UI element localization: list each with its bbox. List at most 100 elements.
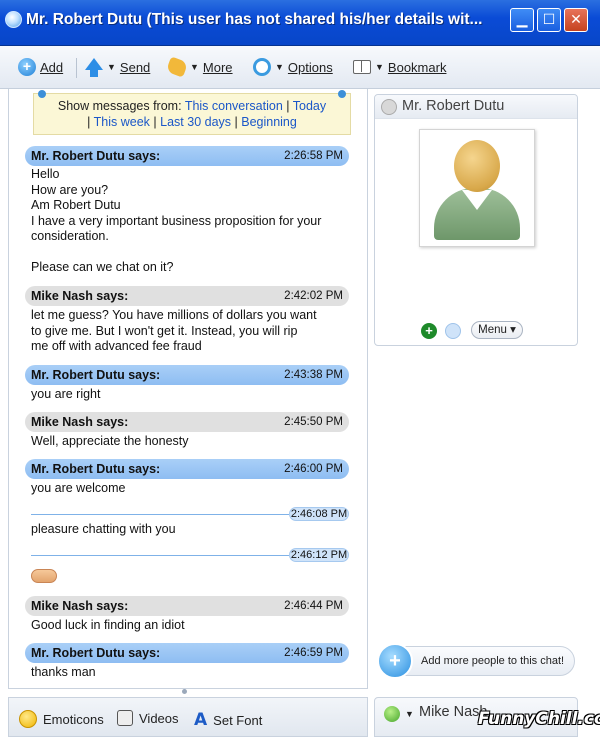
filter-prefix: Show messages from: bbox=[57, 99, 182, 113]
videos-button[interactable]: Videos bbox=[117, 710, 179, 726]
filter-this-conversation-link[interactable]: This conversation bbox=[185, 99, 283, 113]
pin-icon bbox=[338, 90, 346, 98]
message-header: Mike Nash says: 2:46:44 PM bbox=[25, 596, 349, 616]
add-label: Add bbox=[40, 59, 64, 75]
add-people-button[interactable]: + Add more people to this chat! bbox=[377, 643, 575, 679]
more-label: More bbox=[202, 59, 233, 75]
divider bbox=[31, 514, 289, 515]
message-line: Please can we chat on it? bbox=[31, 260, 174, 274]
book-icon bbox=[353, 60, 371, 74]
divider bbox=[31, 555, 289, 556]
add-contact-button[interactable]: + bbox=[421, 323, 437, 339]
messenger-icon bbox=[5, 11, 22, 28]
options-button[interactable]: ▼ Options bbox=[253, 56, 333, 78]
chevron-down-icon: ▼ bbox=[190, 62, 199, 72]
message-line: How are you? bbox=[31, 182, 109, 197]
filter-beginning-link[interactable]: Beginning bbox=[241, 115, 297, 129]
message-header: Mr. Robert Dutu says: 2:43:38 PM bbox=[25, 365, 349, 385]
message-line bbox=[31, 245, 351, 261]
sender-name: Mr. Robert Dutu says: bbox=[31, 368, 161, 382]
message-body: Well, appreciate the honesty bbox=[31, 434, 351, 450]
add-contact-icon: + bbox=[18, 58, 36, 76]
close-button[interactable]: ✕ bbox=[564, 8, 588, 32]
compose-toolbar: Emoticons Videos A Set Font bbox=[8, 697, 368, 737]
message-time: 2:46:44 PM bbox=[284, 600, 343, 612]
minimize-button[interactable]: ▁ bbox=[510, 8, 534, 32]
emoticons-button[interactable]: Emoticons bbox=[19, 710, 104, 728]
contact-menu-button[interactable]: Menu ▾ bbox=[471, 321, 523, 339]
add-button[interactable]: + Add bbox=[18, 56, 63, 78]
filter-this-week-link[interactable]: This week bbox=[94, 115, 150, 129]
toolbar-divider bbox=[76, 58, 77, 78]
sender-name: Mike Nash says: bbox=[31, 289, 129, 303]
message-line: thanks man bbox=[31, 665, 96, 679]
avatar-head bbox=[454, 140, 500, 192]
chevron-down-icon: ▼ bbox=[107, 62, 116, 72]
message-time: 2:46:12 PM bbox=[289, 548, 349, 562]
close-icon: ✕ bbox=[570, 11, 582, 27]
chevron-down-icon: ▼ bbox=[275, 62, 284, 72]
contact-header: Mr. Robert Dutu bbox=[375, 95, 577, 119]
window-title: Mr. Robert Dutu (This user has not share… bbox=[26, 11, 483, 28]
message-line: pleasure chatting with you bbox=[31, 522, 176, 536]
chevron-down-icon: ▼ bbox=[375, 62, 384, 72]
bookmark-label: Bookmark bbox=[387, 59, 447, 75]
message-line: you are right bbox=[31, 387, 101, 401]
options-icon bbox=[253, 58, 271, 76]
message-line: Well, appreciate the honesty bbox=[31, 434, 189, 448]
message-line: let me guess? You have millions of dolla… bbox=[31, 308, 317, 322]
sender-name: Mr. Robert Dutu says: bbox=[31, 149, 161, 163]
maximize-button[interactable]: ☐ bbox=[537, 8, 561, 32]
message-time: 2:46:08 PM bbox=[289, 507, 349, 521]
message-line: I have a very important business proposi… bbox=[31, 213, 322, 228]
watermark: FunnyChill.com bbox=[478, 709, 600, 729]
handshake-icon bbox=[31, 569, 57, 583]
message-line: Am Robert Dutu bbox=[31, 198, 121, 212]
filter-last-30-days-link[interactable]: Last 30 days bbox=[160, 115, 231, 129]
smiley-icon bbox=[19, 710, 37, 728]
message-body: Hello How are you? Am Robert Dutu I have… bbox=[31, 167, 351, 276]
message-header: Mike Nash says: 2:42:02 PM bbox=[25, 286, 349, 306]
message-body: Good luck in finding an idiot bbox=[31, 618, 351, 634]
message-body: pleasure chatting with you bbox=[31, 522, 351, 538]
title-bar[interactable]: Mr. Robert Dutu (This user has not share… bbox=[0, 0, 600, 46]
offline-status-icon bbox=[381, 99, 397, 115]
set-font-button[interactable]: A Set Font bbox=[194, 710, 262, 730]
sender-name: Mr. Robert Dutu says: bbox=[31, 462, 161, 476]
pin-icon bbox=[38, 90, 46, 98]
message-time: 2:45:50 PM bbox=[284, 416, 343, 428]
avatar[interactable] bbox=[419, 129, 535, 247]
message-header: Mr. Robert Dutu says: 2:46:59 PM bbox=[25, 643, 349, 663]
send-arrow-icon bbox=[85, 58, 103, 77]
toolbar: + Add ▼ Send ▼ More ▼ Options ▼ Bookmark bbox=[0, 46, 600, 89]
send-button[interactable]: ▼ Send bbox=[85, 56, 150, 78]
message-line: you are welcome bbox=[31, 481, 126, 495]
font-icon: A bbox=[194, 710, 208, 730]
menu-label: Menu bbox=[478, 324, 507, 336]
more-button[interactable]: ▼ More bbox=[165, 56, 233, 78]
message-time: 2:42:02 PM bbox=[284, 290, 343, 302]
maximize-icon: ☐ bbox=[542, 11, 556, 27]
minimize-icon: ▁ bbox=[516, 11, 528, 27]
message-line: consideration. bbox=[31, 229, 109, 243]
chevron-down-icon[interactable]: ▼ bbox=[405, 709, 414, 719]
conversation-pane[interactable]: Show messages from: This conversation | … bbox=[8, 89, 368, 689]
message-time: 2:26:58 PM bbox=[284, 150, 343, 162]
message-body: thanks man bbox=[31, 665, 351, 681]
message-line: to give me. But I won't get it. Instead,… bbox=[31, 323, 298, 338]
filter-today-link[interactable]: Today bbox=[293, 99, 326, 113]
message-header: Mike Nash says: 2:45:50 PM bbox=[25, 412, 349, 432]
message-line: Good luck in finding an idiot bbox=[31, 618, 185, 632]
block-contact-button[interactable] bbox=[445, 323, 461, 339]
avatar-collar bbox=[462, 190, 492, 210]
add-people-icon: + bbox=[377, 643, 413, 679]
video-icon bbox=[117, 710, 133, 726]
bookmark-button[interactable]: ▼ Bookmark bbox=[353, 56, 446, 78]
message-line: me off with advanced fee fraud bbox=[31, 339, 202, 353]
resize-grip[interactable] bbox=[182, 689, 187, 694]
message-header: Mr. Robert Dutu says: 2:46:00 PM bbox=[25, 459, 349, 479]
sender-name: Mike Nash says: bbox=[31, 415, 129, 429]
puzzle-icon bbox=[165, 56, 189, 78]
set-font-label: Set Font bbox=[213, 712, 263, 728]
contact-card: Mr. Robert Dutu + Menu ▾ bbox=[374, 94, 578, 346]
